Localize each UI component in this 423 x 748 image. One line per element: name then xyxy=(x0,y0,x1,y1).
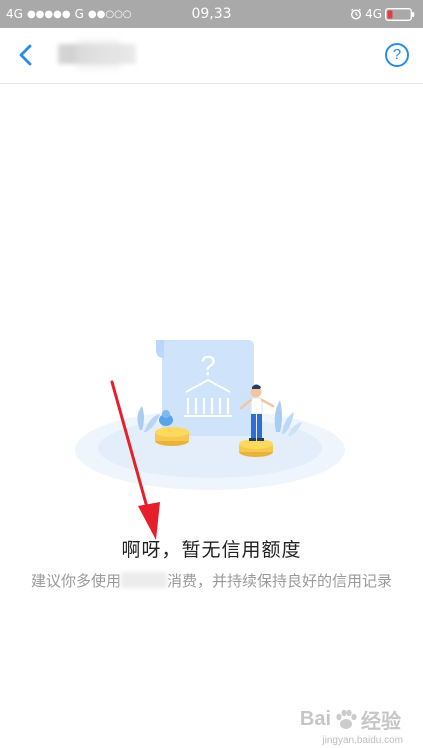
chevron-left-icon xyxy=(19,44,32,66)
watermark-text-cn: 经验 xyxy=(361,711,401,733)
page-title-redacted xyxy=(58,44,136,64)
network-label: 4G xyxy=(365,7,382,21)
empty-credit-illustration: ? xyxy=(70,328,360,498)
status-bar: 4G ●●●●● G ●●○○○ 09,33 4G xyxy=(0,0,423,28)
watermark-text: Bai xyxy=(299,708,331,730)
alarm-icon xyxy=(350,8,362,20)
svg-text:?: ? xyxy=(200,350,216,381)
back-button[interactable] xyxy=(10,38,42,72)
status-right-group: 4G xyxy=(350,0,415,28)
nav-bar: ? xyxy=(0,28,423,84)
battery-icon xyxy=(385,7,415,21)
empty-state-subtitle-suffix: 消费，并持续保持良好的信用记录 xyxy=(167,572,393,590)
paw-icon xyxy=(336,709,357,729)
redacted-app-name xyxy=(121,572,167,588)
baidu-jingyan-watermark: Bai 经验 xyxy=(300,705,401,734)
help-button[interactable]: ? xyxy=(385,43,409,67)
empty-state-title: 啊呀，暂无信用额度 xyxy=(121,539,302,561)
empty-state-subtitle: 建议你多使用 消费，并持续保持良好的信用记录 xyxy=(0,570,423,591)
empty-state-subtitle-prefix: 建议你多使用 xyxy=(30,572,121,590)
watermark-url: jingyan.baidu.com xyxy=(322,735,403,746)
